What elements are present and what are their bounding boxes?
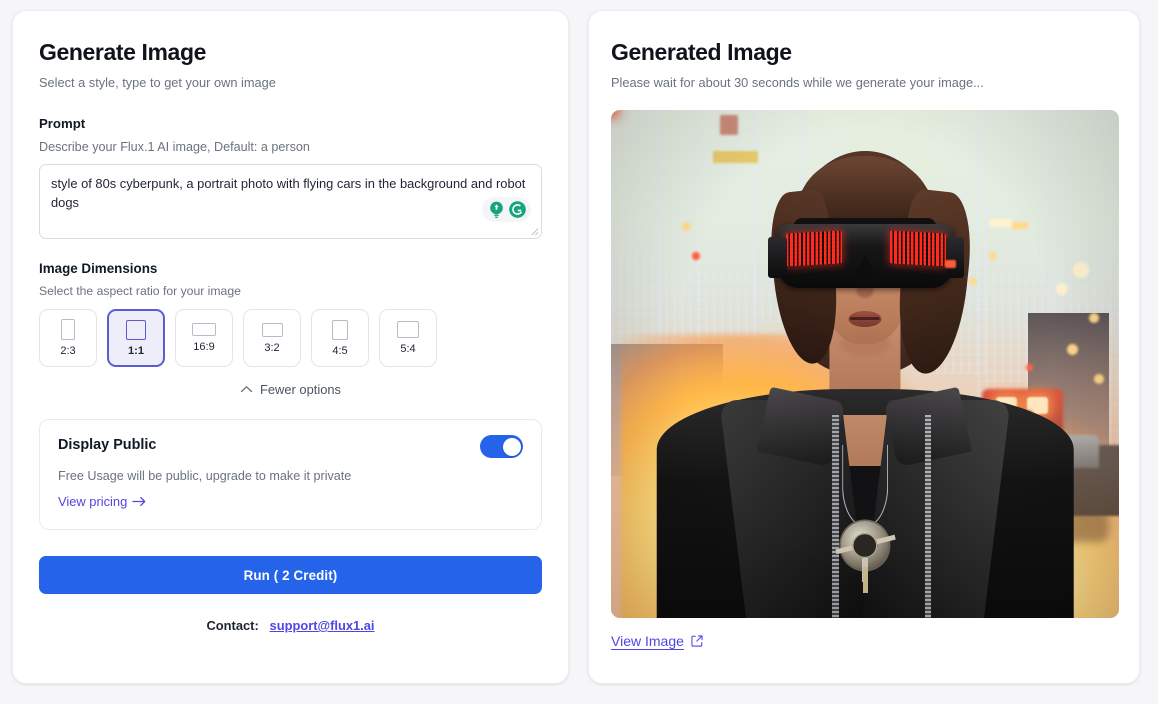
generated-image-artwork xyxy=(611,110,1119,618)
image-dimensions-label: Image Dimensions xyxy=(39,261,158,276)
chevron-up-icon xyxy=(240,386,253,393)
toggle-options-button[interactable]: Fewer options xyxy=(39,382,542,397)
display-public-description: Free Usage will be public, upgrade to ma… xyxy=(58,469,352,483)
prompt-input[interactable]: style of 80s cyberpunk, a portrait photo… xyxy=(39,164,542,239)
support-email-link[interactable]: support@flux1.ai xyxy=(270,618,375,633)
aspect-ratio-glyph xyxy=(192,322,216,337)
display-public-toggle[interactable] xyxy=(480,435,523,458)
prompt-input-value[interactable]: style of 80s cyberpunk, a portrait photo… xyxy=(51,174,527,212)
generate-image-panel: Generate Image Select a style, type to g… xyxy=(12,10,569,684)
aspect-ratio-glyph xyxy=(332,319,348,340)
aspect-ratio-option-4-5[interactable]: 4:5 xyxy=(311,309,369,367)
aspect-ratio-glyph xyxy=(126,319,146,340)
contact-label: Contact: xyxy=(206,618,259,633)
aspect-ratio-option-5-4[interactable]: 5:4 xyxy=(379,309,437,367)
aspect-ratio-label: 2:3 xyxy=(60,345,76,357)
grammarly-icon[interactable] xyxy=(508,200,527,219)
aspect-ratio-options[interactable]: 2:3 1:1 16:9 3:2 4:5 5:4 xyxy=(39,309,542,367)
view-pricing-label: View pricing xyxy=(58,494,128,509)
view-image-link[interactable]: View Image xyxy=(611,633,704,649)
toggle-options-label: Fewer options xyxy=(260,382,341,397)
aspect-ratio-label: 16:9 xyxy=(193,341,215,354)
arrow-right-icon xyxy=(132,496,146,507)
generated-image-content: Generated Image Please wait for about 30… xyxy=(611,39,1119,651)
lightbulb-icon[interactable] xyxy=(487,200,506,219)
view-pricing-link[interactable]: View pricing xyxy=(58,494,147,509)
display-public-title: Display Public xyxy=(58,437,157,453)
external-link-icon xyxy=(691,635,703,647)
view-image-label: View Image xyxy=(611,633,684,649)
display-public-card: Display Public Free Usage will be public… xyxy=(39,419,542,530)
generate-image-content: Generate Image Select a style, type to g… xyxy=(39,39,542,633)
aspect-ratio-glyph xyxy=(397,320,419,339)
image-dimensions-help: Select the aspect ratio for your image xyxy=(39,284,241,298)
page-subtitle: Select a style, type to get your own ima… xyxy=(39,75,276,90)
aspect-ratio-option-3-2[interactable]: 3:2 xyxy=(243,309,301,367)
aspect-ratio-glyph xyxy=(261,322,283,337)
generated-image-subtitle: Please wait for about 30 seconds while w… xyxy=(611,75,984,90)
generated-image-panel: Generated Image Please wait for about 30… xyxy=(588,10,1140,684)
generated-image[interactable] xyxy=(611,110,1119,618)
aspect-ratio-option-1-1[interactable]: 1:1 xyxy=(107,309,165,367)
aspect-ratio-label: 5:4 xyxy=(400,343,416,356)
aspect-ratio-label: 4:5 xyxy=(332,344,348,357)
writing-assistant-controls[interactable] xyxy=(482,197,531,222)
aspect-ratio-option-16-9[interactable]: 16:9 xyxy=(175,309,233,367)
toggle-knob xyxy=(502,437,521,456)
run-button[interactable]: Run ( 2 Credit) xyxy=(39,556,542,594)
aspect-ratio-glyph xyxy=(61,319,75,340)
generated-image-title: Generated Image xyxy=(611,39,792,65)
app-root: Generate Image Select a style, type to g… xyxy=(0,0,1158,704)
aspect-ratio-option-2-3[interactable]: 2:3 xyxy=(39,309,97,367)
prompt-help: Describe your Flux.1 AI image, Default: … xyxy=(39,140,310,154)
aspect-ratio-label: 3:2 xyxy=(264,341,280,354)
prompt-label: Prompt xyxy=(39,116,86,131)
contact-row: Contact: support@flux1.ai xyxy=(39,618,542,633)
resize-handle-icon[interactable] xyxy=(528,225,539,236)
aspect-ratio-label: 1:1 xyxy=(128,344,144,357)
page-title: Generate Image xyxy=(39,39,206,65)
